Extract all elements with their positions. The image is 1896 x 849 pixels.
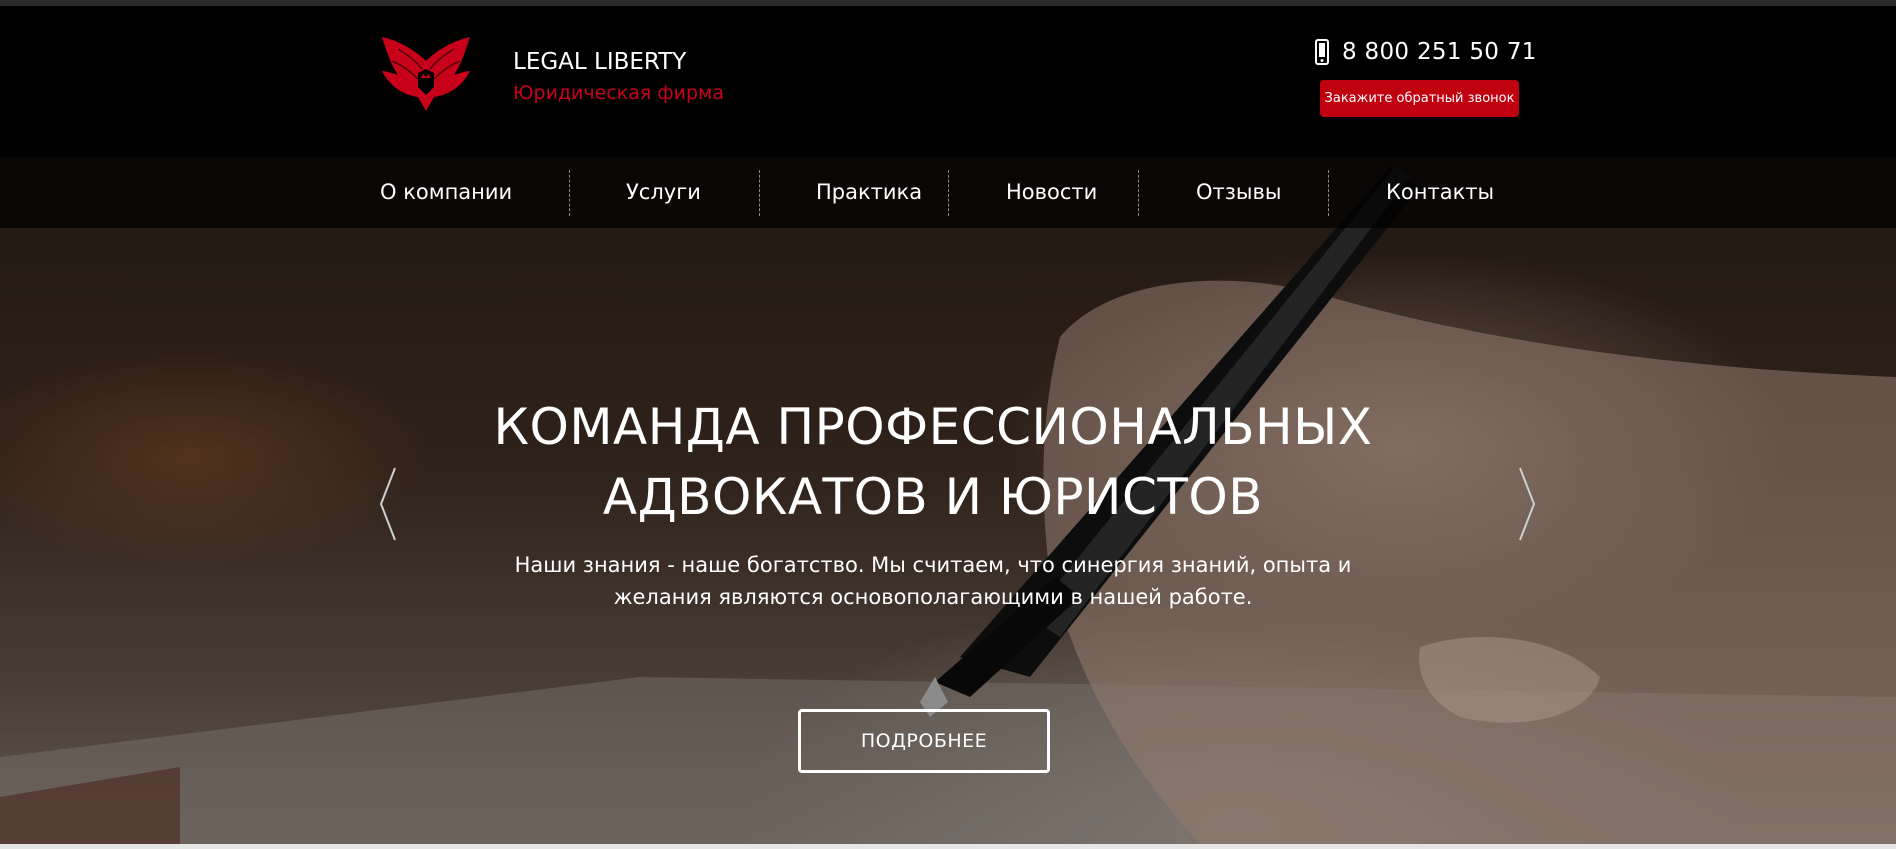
hero-description-line: желания являются основополагающими в наш… [613, 585, 1253, 609]
hero-title-line: КОМАНДА ПРОФЕССИОНАЛЬНЫХ [493, 398, 1373, 456]
nav-divider [948, 170, 949, 216]
logo-icon[interactable] [378, 31, 474, 117]
phone-block[interactable]: 8 800 251 50 71 [1314, 35, 1537, 69]
bottom-border [0, 844, 1896, 849]
nav-item-reviews[interactable]: Отзывы [1196, 157, 1281, 228]
nav-divider [1328, 170, 1329, 216]
hero-slider: О компании Услуги Практика Новости Отзыв… [0, 157, 1896, 844]
nav-item-services[interactable]: Услуги [626, 157, 701, 228]
nav-item-news[interactable]: Новости [1006, 157, 1097, 228]
hero-title-line: АДВОКАТОВ И ЮРИСТОВ [602, 468, 1264, 526]
brand-name: LEGAL LIBERTY [513, 49, 687, 75]
hero-title: КОМАНДА ПРОФЕССИОНАЛЬНЫХ АДВОКАТОВ И ЮРИ… [433, 392, 1433, 532]
chevron-left-icon[interactable] [378, 464, 398, 544]
hero-description-line: Наши знания - наше богатство. Мы считаем… [514, 553, 1352, 577]
nav-item-practice[interactable]: Практика [816, 157, 922, 228]
phone-number[interactable]: 8 800 251 50 71 [1342, 39, 1537, 65]
nav-item-contacts[interactable]: Контакты [1386, 157, 1494, 228]
nav-item-about[interactable]: О компании [380, 157, 512, 228]
nav-divider [569, 170, 570, 216]
more-button[interactable]: ПОДРОБНЕЕ [798, 709, 1050, 773]
main-nav: О компании Услуги Практика Новости Отзыв… [0, 157, 1896, 228]
callback-button[interactable]: Закажите обратный звонок [1320, 80, 1519, 117]
site-header: LEGAL LIBERTY Юридическая фирма 8 800 25… [0, 6, 1896, 157]
nav-divider [759, 170, 760, 216]
chevron-right-icon[interactable] [1517, 464, 1537, 544]
nav-divider [1138, 170, 1139, 216]
hero-description: Наши знания - наше богатство. Мы считаем… [433, 549, 1433, 613]
mobile-phone-icon [1315, 39, 1329, 65]
brand-subtitle: Юридическая фирма [513, 82, 724, 104]
